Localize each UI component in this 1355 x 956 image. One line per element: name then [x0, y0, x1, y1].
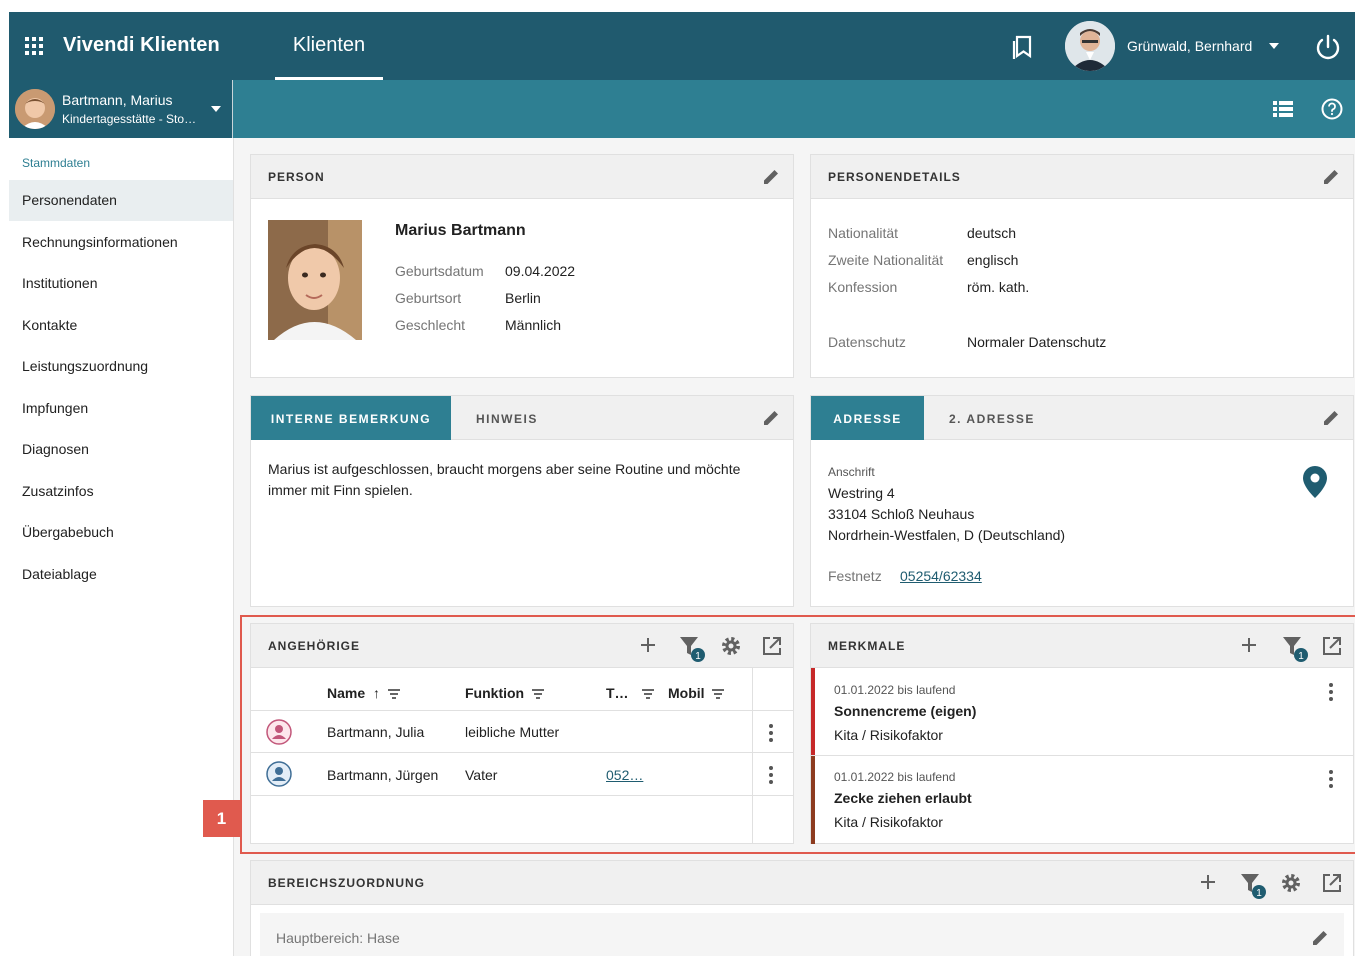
open-external-icon[interactable] — [1321, 872, 1343, 894]
gear-icon[interactable] — [1280, 872, 1302, 894]
areas-card-header: BEREICHSZUORDNUNG 1 — [251, 861, 1353, 905]
list-view-icon[interactable] — [1273, 101, 1293, 117]
person-value-gender: Männlich — [505, 317, 562, 333]
person-photo — [268, 220, 362, 340]
sidebar-item-personendaten[interactable]: Personendaten — [9, 180, 233, 221]
map-pin-icon[interactable] — [1302, 465, 1328, 499]
person-label-gender: Geschlecht — [395, 317, 466, 333]
user-menu-caret-icon[interactable] — [1269, 43, 1279, 49]
power-icon[interactable] — [1313, 32, 1343, 62]
details-card: PERSONENDETAILS Nationalität deutsch Zwe… — [810, 154, 1354, 378]
person-card-header: PERSON — [251, 155, 793, 199]
top-bar: Vivendi Klienten Klienten Grünwald, Bern… — [9, 12, 1355, 80]
address-card-header: ADRESSE 2. ADRESSE — [811, 396, 1353, 440]
user-avatar[interactable] — [1065, 21, 1115, 71]
details-value-privacy: Normaler Datenschutz — [967, 334, 1107, 350]
client-name: Bartmann, Marius — [62, 92, 173, 108]
remarks-text-line-1: Marius ist aufgeschlossen, braucht morge… — [268, 461, 741, 477]
edit-icon[interactable] — [1321, 167, 1341, 187]
tab-hinweis[interactable]: HINWEIS — [476, 396, 538, 440]
details-label-second-nationality: Zweite Nationalität — [828, 252, 944, 268]
add-icon[interactable] — [1198, 872, 1218, 892]
client-selector[interactable]: Bartmann, Marius Kindertagesstätte - Sto… — [9, 80, 233, 138]
filter-icon[interactable]: 1 — [1239, 872, 1269, 902]
phone-link[interactable]: 05254/62334 — [900, 568, 982, 584]
client-facility: Kindertagesstätte - Sto… — [62, 112, 197, 126]
callout-highlight-frame — [240, 615, 1355, 854]
phone-label: Festnetz — [828, 568, 882, 584]
filter-count: 1 — [1256, 888, 1262, 899]
areas-card-title: BEREICHSZUORDNUNG — [268, 876, 426, 890]
address-line-2: 33104 Schloß Neuhaus — [828, 506, 975, 522]
person-card-title: PERSON — [268, 170, 325, 184]
main-area-row[interactable]: Hauptbereich: Hase — [260, 913, 1344, 956]
details-label-nationality: Nationalität — [828, 225, 899, 241]
areas-card: BEREICHSZUORDNUNG 1 Hauptbereich: Hase — [250, 860, 1354, 956]
sidebar-item-impfungen[interactable]: Impfungen — [9, 388, 233, 429]
details-card-header: PERSONENDETAILS — [811, 155, 1353, 199]
bookmark-icon[interactable] — [1010, 32, 1036, 60]
sidebar-item-institutionen[interactable]: Institutionen — [9, 263, 233, 304]
sub-bar: Bartmann, Marius Kindertagesstätte - Sto… — [9, 80, 1355, 138]
remarks-text: Marius ist aufgeschlossen, braucht morge… — [268, 459, 740, 501]
details-value-nationality: deutsch — [967, 225, 1017, 241]
details-label-privacy: Datenschutz — [828, 334, 906, 350]
address-line-3: Nordrhein-Westfalen, D (Deutschland) — [828, 527, 1066, 543]
client-avatar — [15, 89, 55, 129]
remarks-card: INTERNE BEMERKUNG HINWEIS Marius ist auf… — [250, 395, 794, 607]
person-label-birthplace: Geburtsort — [395, 290, 462, 306]
person-label-birthdate: Geburtsdatum — [395, 263, 484, 279]
app-title: Vivendi Klienten — [63, 34, 220, 56]
user-name[interactable]: Grünwald, Bernhard — [1127, 38, 1252, 54]
sidebar-item-kontakte[interactable]: Kontakte — [9, 305, 233, 346]
edit-icon[interactable] — [1321, 408, 1341, 428]
details-label-confession: Konfession — [828, 279, 898, 295]
sidebar-item-leistungszuordnung[interactable]: Leistungszuordnung — [9, 346, 233, 387]
sidebar-item-diagnosen[interactable]: Diagnosen — [9, 429, 233, 470]
app-grid-icon[interactable] — [25, 37, 43, 55]
sidebar-section-title: Stammdaten — [22, 156, 91, 170]
tab-klienten[interactable]: Klienten — [275, 12, 383, 80]
sidebar-item-zusatzinfos[interactable]: Zusatzinfos — [9, 471, 233, 512]
address-label: Anschrift — [828, 465, 875, 479]
tab-klienten-label: Klienten — [292, 34, 366, 56]
help-icon[interactable] — [1321, 98, 1343, 120]
sidebar-item-uebergabebuch[interactable]: Übergabebuch — [9, 512, 233, 553]
sidebar-item-rechnungsinformationen[interactable]: Rechnungsinformationen — [9, 222, 233, 263]
sidebar-item-dateiablage[interactable]: Dateiablage — [9, 554, 233, 595]
person-card: PERSON Marius Bartmann Geburtsdatum 09.0… — [250, 154, 794, 378]
callout-number-badge: 1 — [203, 800, 240, 837]
main-area-label: Hauptbereich: Hase — [276, 930, 400, 946]
details-card-title: PERSONENDETAILS — [828, 170, 961, 184]
remarks-text-line-2: immer mit Finn spielen. — [268, 482, 413, 498]
person-full-name: Marius Bartmann — [395, 222, 526, 239]
tab-adresse[interactable]: ADRESSE — [811, 396, 924, 440]
details-value-confession: röm. kath. — [967, 279, 1030, 295]
tab-interne-bemerkung[interactable]: INTERNE BEMERKUNG — [251, 396, 451, 440]
tab-2-adresse[interactable]: 2. ADRESSE — [949, 396, 1035, 440]
app-window: Vivendi Klienten Klienten Grünwald, Bern… — [9, 12, 1355, 956]
edit-icon[interactable] — [761, 408, 781, 428]
edit-icon[interactable] — [761, 167, 781, 187]
remarks-card-header: INTERNE BEMERKUNG HINWEIS — [251, 396, 793, 440]
client-caret-icon[interactable] — [211, 106, 221, 112]
edit-icon[interactable] — [1310, 928, 1330, 948]
person-value-birthplace: Berlin — [505, 290, 541, 306]
details-value-second-nationality: englisch — [967, 252, 1019, 268]
person-value-birthdate: 09.04.2022 — [505, 263, 576, 279]
sidebar: Stammdaten Personendaten Rechnungsinform… — [9, 138, 234, 956]
address-line-1: Westring 4 — [828, 485, 895, 501]
address-card: ADRESSE 2. ADRESSE Anschrift Westring 4 … — [810, 395, 1354, 607]
